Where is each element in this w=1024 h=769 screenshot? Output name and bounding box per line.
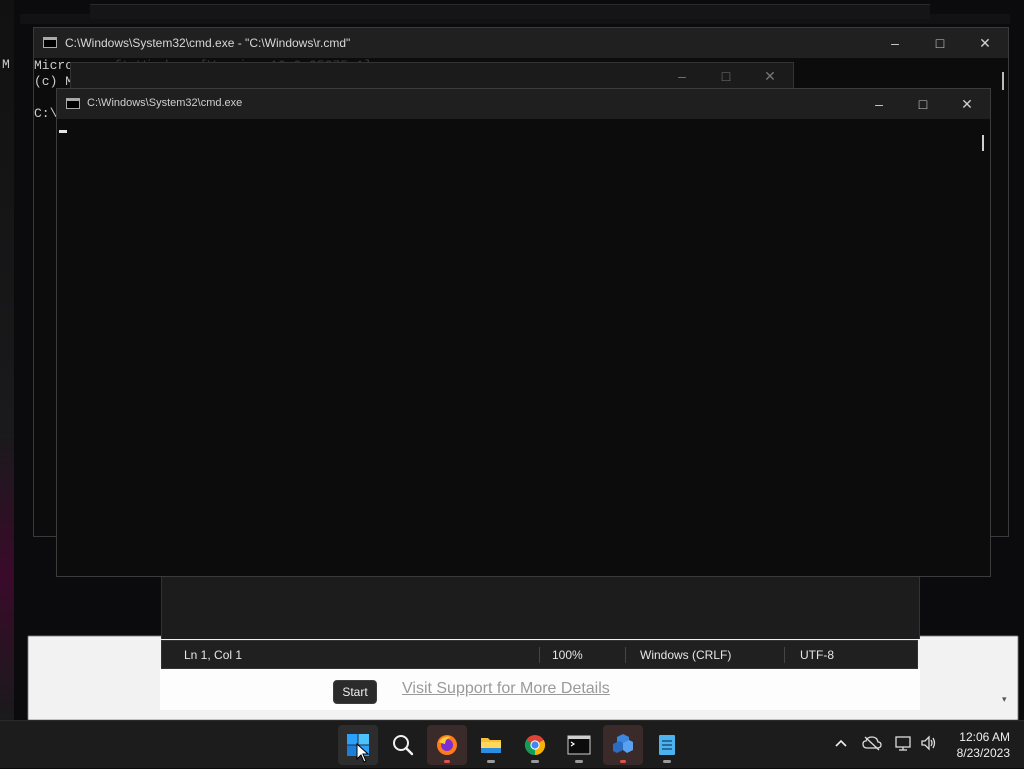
minimize-button[interactable]: – xyxy=(872,28,918,58)
title-bar[interactable]: C:\Windows\System32\cmd.exe - "C:\Window… xyxy=(34,28,1008,58)
running-indicator xyxy=(487,760,495,763)
notepad-editor[interactable] xyxy=(161,575,920,639)
app-button[interactable] xyxy=(603,725,643,765)
title-bar[interactable]: C:\Windows\System32\cmd.exe – □ ✕ xyxy=(57,89,990,119)
zoom-level: 100% xyxy=(552,648,583,662)
cmd-icon xyxy=(43,37,57,48)
text-cursor xyxy=(59,130,67,133)
chevron-up-icon[interactable] xyxy=(834,738,848,748)
encoding: UTF-8 xyxy=(800,648,834,662)
support-link[interactable]: Visit Support for More Details xyxy=(402,680,610,698)
puzzle-app-icon xyxy=(613,734,633,753)
folder-icon xyxy=(481,738,501,753)
background-window-edge xyxy=(90,4,930,19)
firefox-button[interactable] xyxy=(427,725,467,765)
status-divider xyxy=(539,647,540,663)
notepad-status-bar: Ln 1, Col 1 100% Windows (CRLF) UTF-8 xyxy=(161,640,918,669)
terminal-button[interactable] xyxy=(559,725,599,765)
cmd-window-middle[interactable]: – □ ✕ xyxy=(70,62,794,90)
cloud-offline-icon[interactable] xyxy=(862,735,882,751)
file-explorer-button[interactable] xyxy=(471,725,511,765)
line-ending: Windows (CRLF) xyxy=(640,648,732,662)
search-icon xyxy=(393,735,414,756)
scrollbar-thumb[interactable] xyxy=(982,135,984,151)
scroll-down-arrow-icon[interactable]: ▾ xyxy=(1002,694,1012,708)
maximize-button[interactable]: □ xyxy=(900,89,946,119)
firefox-icon xyxy=(437,735,457,755)
notepad-button[interactable] xyxy=(647,725,687,765)
running-indicator xyxy=(444,760,450,763)
cmd-window-front[interactable]: C:\Windows\System32\cmd.exe – □ ✕ xyxy=(56,88,991,577)
chrome-icon xyxy=(524,735,546,756)
clock[interactable]: 12:06 AM 8/23/2023 xyxy=(930,729,1010,761)
start-tooltip: Start xyxy=(333,680,377,704)
status-divider xyxy=(625,647,626,663)
console-prompt: C:\ xyxy=(34,106,58,121)
close-button[interactable]: ✕ xyxy=(747,61,793,91)
window-title: C:\Windows\System32\cmd.exe - "C:\Window… xyxy=(65,36,351,50)
cmd-icon xyxy=(66,98,80,109)
close-button[interactable]: ✕ xyxy=(944,89,990,119)
system-tray xyxy=(828,721,938,769)
clock-time: 12:06 AM xyxy=(959,730,1010,744)
scrollbar-thumb[interactable] xyxy=(1002,72,1004,90)
window-title: C:\Windows\System32\cmd.exe xyxy=(87,97,243,109)
console-line: Micro xyxy=(34,58,74,73)
status-divider xyxy=(784,647,785,663)
terminal-icon xyxy=(567,735,591,755)
minimize-button[interactable]: – xyxy=(856,89,902,119)
notepad-icon xyxy=(659,735,675,755)
taskbar: 12:06 AM 8/23/2023 xyxy=(0,720,1024,768)
cursor-position: Ln 1, Col 1 xyxy=(184,648,243,662)
search-button[interactable] xyxy=(383,725,423,765)
clock-date: 8/23/2023 xyxy=(956,746,1010,760)
minimize-button[interactable]: – xyxy=(659,61,705,91)
desktop-wallpaper xyxy=(0,0,14,720)
running-indicator xyxy=(575,760,583,763)
maximize-button[interactable]: □ xyxy=(917,28,963,58)
running-indicator xyxy=(663,760,671,763)
running-indicator xyxy=(620,760,626,763)
close-button[interactable]: ✕ xyxy=(962,28,1008,58)
running-indicator xyxy=(531,760,539,763)
maximize-button[interactable]: □ xyxy=(703,61,749,91)
console-text-fragment: M xyxy=(2,57,10,72)
chrome-button[interactable] xyxy=(515,725,555,765)
mouse-pointer-icon xyxy=(356,743,370,763)
network-icon[interactable] xyxy=(894,735,912,751)
